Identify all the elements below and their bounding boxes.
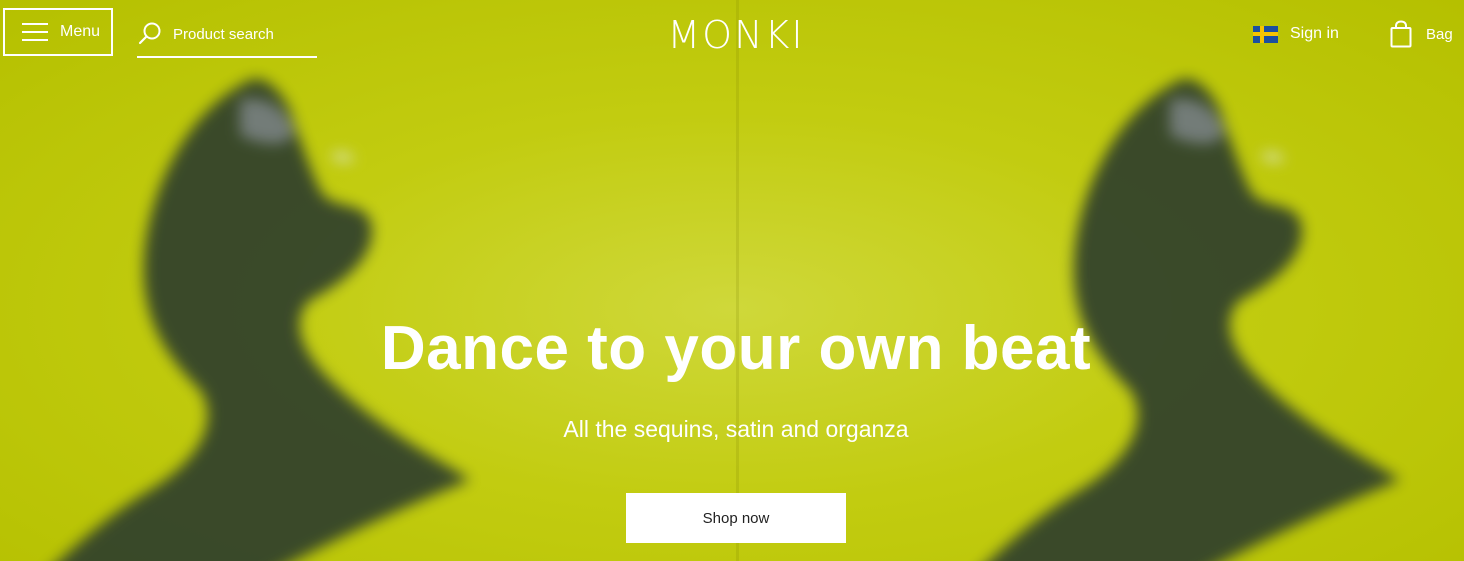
search-input[interactable] bbox=[173, 25, 313, 43]
shopping-bag-icon bbox=[1390, 20, 1412, 48]
shop-now-button[interactable]: Shop now bbox=[626, 493, 846, 543]
background-fold bbox=[736, 0, 739, 561]
search-icon bbox=[138, 22, 161, 45]
bag-label: Bag bbox=[1426, 25, 1453, 43]
hamburger-icon bbox=[22, 23, 48, 41]
sign-in-link[interactable]: Sign in bbox=[1253, 22, 1339, 46]
hero-headline: Dance to your own beat bbox=[380, 314, 1092, 383]
hero-subheadline: All the sequins, satin and organza bbox=[563, 416, 909, 442]
monki-logo[interactable]: MONKI bbox=[650, 14, 822, 56]
menu-button[interactable]: Menu bbox=[3, 8, 113, 56]
hero-banner bbox=[0, 0, 1464, 561]
sweden-flag-icon bbox=[1253, 25, 1278, 43]
product-search[interactable] bbox=[137, 12, 317, 58]
shopping-bag-button[interactable]: Bag bbox=[1390, 17, 1453, 51]
menu-label: Menu bbox=[60, 23, 101, 40]
sign-in-label: Sign in bbox=[1290, 25, 1339, 42]
